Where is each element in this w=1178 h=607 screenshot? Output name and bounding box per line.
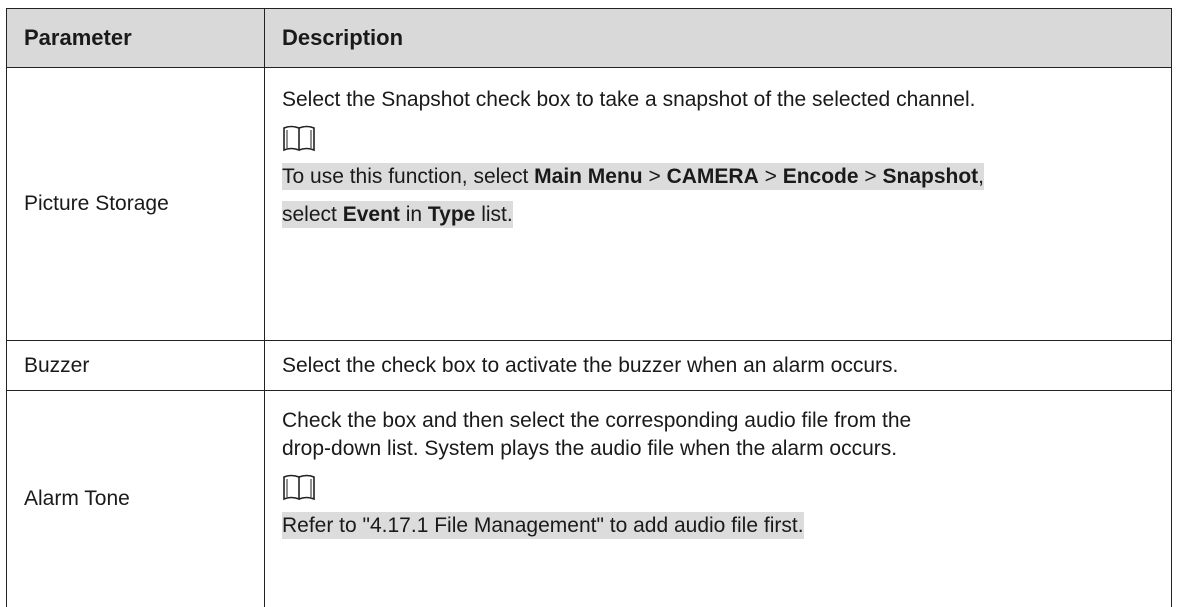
note-text: To use this function, select Main Menu >…: [282, 158, 1171, 234]
header-description: Description: [265, 9, 1172, 68]
table-row: Alarm Tone Check the box and then select…: [7, 391, 1172, 607]
parameter-table: Parameter Description Picture Storage Se…: [6, 8, 1172, 607]
header-parameter: Parameter: [7, 9, 265, 68]
book-icon: [282, 124, 316, 152]
book-icon: [282, 473, 316, 501]
param-picture-storage: Picture Storage: [7, 68, 265, 341]
desc-alarm-tone: Check the box and then select the corres…: [265, 391, 1172, 607]
table-header-row: Parameter Description: [7, 9, 1172, 68]
param-alarm-tone: Alarm Tone: [7, 391, 265, 607]
note-text: Refer to "4.17.1 File Management" to add…: [282, 507, 1171, 545]
table-row: Picture Storage Select the Snapshot chec…: [7, 68, 1172, 341]
desc-text-line-1: Check the box and then select the corres…: [282, 407, 1171, 435]
param-buzzer: Buzzer: [7, 341, 265, 391]
table-row: Buzzer Select the check box to activate …: [7, 341, 1172, 391]
desc-buzzer: Select the check box to activate the buz…: [265, 341, 1172, 391]
desc-text-line-2: drop-down list. System plays the audio f…: [282, 435, 1171, 463]
desc-picture-storage: Select the Snapshot check box to take a …: [265, 68, 1172, 341]
desc-text: Select the Snapshot check box to take a …: [282, 86, 1171, 114]
